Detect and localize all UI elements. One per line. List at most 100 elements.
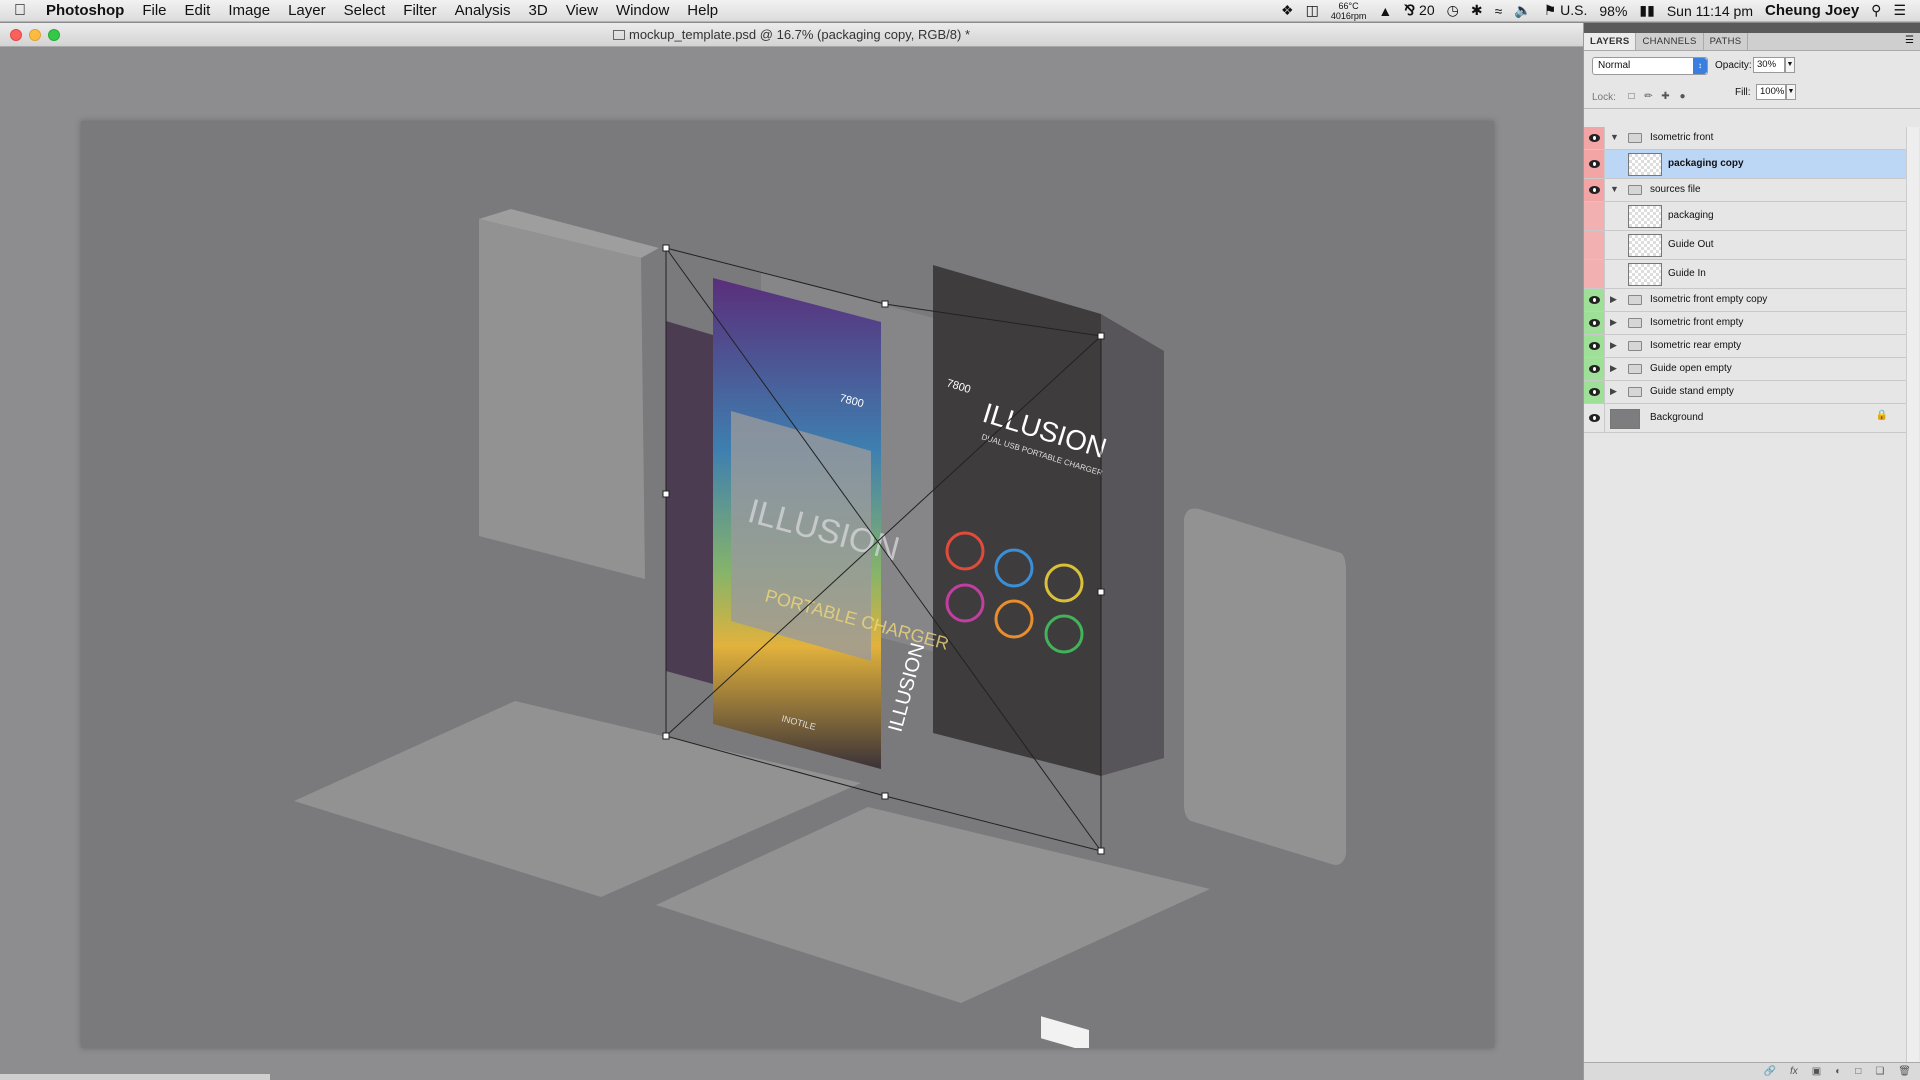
link-layers-icon[interactable]: 🔗	[1764, 1066, 1776, 1077]
visibility-toggle[interactable]	[1584, 381, 1605, 403]
visibility-toggle[interactable]	[1584, 260, 1605, 288]
bluetooth-icon[interactable]: ✱	[1471, 2, 1483, 19]
disclosure-closed-icon[interactable]: ▶	[1610, 386, 1617, 397]
handle-top-left[interactable]	[662, 244, 670, 252]
disclosure-closed-icon[interactable]: ▶	[1610, 363, 1617, 374]
lock-label: Lock:	[1592, 92, 1616, 103]
document-title-bar[interactable]: mockup_template.psd @ 16.7% (packaging c…	[0, 23, 1583, 47]
disclosure-open-icon[interactable]: ▼	[1610, 184, 1619, 194]
opacity-input[interactable]: 30%	[1753, 57, 1785, 73]
handle-mid-left[interactable]	[662, 490, 670, 498]
input-source[interactable]: ⚑ U.S.	[1544, 2, 1588, 19]
add-mask-icon[interactable]: ▣	[1812, 1066, 1821, 1077]
menu-view[interactable]: View	[557, 2, 607, 19]
spotlight-icon[interactable]: ⚲	[1871, 2, 1881, 19]
visibility-toggle[interactable]	[1584, 289, 1605, 311]
visibility-toggle[interactable]	[1584, 335, 1605, 357]
tab-layers[interactable]: LAYERS	[1584, 33, 1637, 50]
artboard[interactable]: ILLUSION PORTABLE CHARGER 7800 INOTILE I…	[81, 121, 1494, 1048]
visibility-toggle[interactable]	[1584, 202, 1605, 230]
canvas-area[interactable]: ILLUSION PORTABLE CHARGER 7800 INOTILE I…	[0, 48, 1583, 1080]
visibility-toggle[interactable]	[1584, 312, 1605, 334]
layer-row-sources-file[interactable]: ▼ sources file	[1584, 179, 1906, 202]
panel-menu-icon[interactable]: ☰	[1899, 33, 1920, 50]
time-machine-icon[interactable]: ◷	[1447, 2, 1459, 19]
visibility-toggle[interactable]	[1584, 150, 1605, 178]
handle-top-mid[interactable]	[881, 300, 889, 308]
document-window: mockup_template.psd @ 16.7% (packaging c…	[0, 23, 1583, 1080]
layer-row-packaging-copy[interactable]: packaging copy	[1584, 150, 1906, 179]
layers-scrollbar[interactable]	[1906, 127, 1919, 1077]
menu-layer[interactable]: Layer	[279, 2, 335, 19]
new-group-icon[interactable]: □	[1855, 1066, 1861, 1077]
opacity-dropdown-icon[interactable]: ▼	[1785, 57, 1795, 73]
battery-percent[interactable]: 98%	[1599, 3, 1627, 19]
visibility-toggle[interactable]	[1584, 231, 1605, 259]
fill-input[interactable]: 100%	[1756, 84, 1786, 100]
layer-row-isometric-rear-empty[interactable]: ▶ Isometric rear empty	[1584, 335, 1906, 358]
new-layer-icon[interactable]: ❏	[1875, 1066, 1884, 1077]
handle-mid-right[interactable]	[1097, 588, 1105, 596]
disclosure-closed-icon[interactable]: ▶	[1610, 340, 1617, 351]
layer-row-isometric-front-empty[interactable]: ▶ Isometric front empty	[1584, 312, 1906, 335]
dropbox-icon[interactable]: ❖	[1281, 2, 1294, 19]
speaker-fan-icon[interactable]: ◫	[1306, 2, 1319, 19]
tab-paths[interactable]: PATHS	[1704, 33, 1749, 50]
disclosure-open-icon[interactable]: ▼	[1610, 132, 1619, 142]
layer-row-background[interactable]: Background 🔒	[1584, 404, 1906, 433]
layer-name: Isometric front empty	[1650, 317, 1744, 328]
layer-name: Isometric rear empty	[1650, 340, 1742, 351]
disclosure-closed-icon[interactable]: ▶	[1610, 317, 1617, 328]
layer-row-isometric-front-empty-copy[interactable]: ▶ Isometric front empty copy	[1584, 289, 1906, 312]
visibility-toggle[interactable]	[1584, 358, 1605, 380]
layer-row-packaging[interactable]: packaging	[1584, 202, 1906, 231]
layer-row-guide-stand-empty[interactable]: ▶ Guide stand empty	[1584, 381, 1906, 404]
layer-row-guide-in[interactable]: Guide In	[1584, 260, 1906, 289]
layer-name: packaging	[1668, 210, 1714, 221]
adobe-updates[interactable]: ⅋ 20	[1404, 2, 1434, 19]
notification-center-icon[interactable]: ☰	[1893, 2, 1906, 19]
menu-select[interactable]: Select	[335, 2, 395, 19]
visibility-toggle[interactable]	[1584, 127, 1605, 149]
adobe-icon[interactable]: ▲	[1378, 3, 1392, 19]
volume-icon[interactable]: 🔈	[1514, 2, 1531, 19]
lock-transparent-icon[interactable]: □	[1626, 91, 1637, 102]
clock[interactable]: Sun 11:14 pm	[1667, 3, 1753, 19]
menu-app-name[interactable]: Photoshop	[40, 2, 133, 19]
disclosure-closed-icon[interactable]: ▶	[1610, 294, 1617, 305]
battery-icon[interactable]: ▮▮	[1639, 2, 1654, 19]
lock-move-icon[interactable]: ✚	[1660, 91, 1671, 102]
visibility-toggle[interactable]	[1584, 404, 1605, 432]
user-name[interactable]: Cheung Joey	[1765, 2, 1859, 19]
menu-file[interactable]: File	[133, 2, 175, 19]
temperature-readout[interactable]: 66°C 4016rpm	[1331, 1, 1367, 21]
menu-3d[interactable]: 3D	[520, 2, 557, 19]
menu-edit[interactable]: Edit	[176, 2, 220, 19]
package-front-flap	[666, 321, 713, 684]
fill-dropdown-icon[interactable]: ▼	[1786, 84, 1796, 100]
handle-bottom-mid[interactable]	[881, 792, 889, 800]
apple-icon[interactable]: 	[0, 2, 40, 20]
menu-window[interactable]: Window	[607, 2, 678, 19]
tab-channels[interactable]: CHANNELS	[1636, 33, 1704, 50]
layer-row-guide-open-empty[interactable]: ▶ Guide open empty	[1584, 358, 1906, 381]
trash-icon[interactable]: 🗑	[1898, 1066, 1911, 1077]
menu-help[interactable]: Help	[678, 2, 727, 19]
menu-analysis[interactable]: Analysis	[446, 2, 520, 19]
menu-filter[interactable]: Filter	[394, 2, 445, 19]
layer-row-guide-out[interactable]: Guide Out	[1584, 231, 1906, 260]
blend-mode-select[interactable]: Normal ↕	[1592, 57, 1708, 75]
mockup-artwork[interactable]: ILLUSION PORTABLE CHARGER 7800 INOTILE I…	[81, 121, 1494, 1048]
menu-image[interactable]: Image	[219, 2, 279, 19]
layer-row-isometric-front[interactable]: ▼ Isometric front	[1584, 127, 1906, 150]
lock-brush-icon[interactable]: ✏	[1643, 91, 1654, 102]
visibility-toggle[interactable]	[1584, 179, 1605, 201]
panel-grip[interactable]	[1584, 23, 1920, 33]
adjustment-layer-icon[interactable]: ◐	[1835, 1066, 1841, 1077]
layer-style-icon[interactable]: fx	[1790, 1066, 1798, 1077]
lock-all-icon[interactable]: ●	[1677, 91, 1688, 102]
handle-bottom-right[interactable]	[1097, 847, 1105, 855]
handle-bottom-left[interactable]	[662, 732, 670, 740]
handle-top-right[interactable]	[1097, 332, 1105, 340]
wifi-icon[interactable]: ≈	[1495, 3, 1503, 19]
